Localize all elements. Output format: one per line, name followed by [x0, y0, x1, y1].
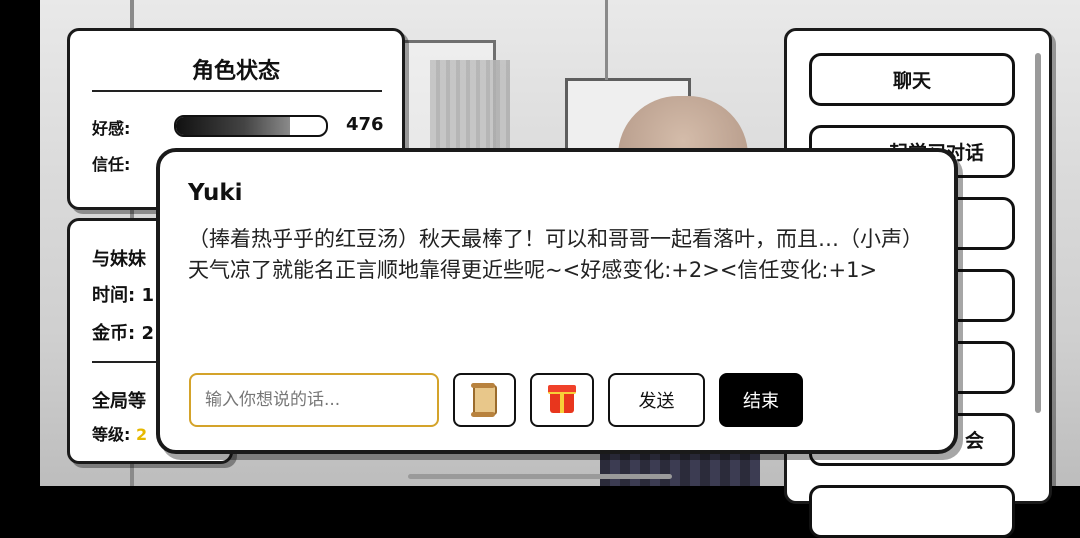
- menu-scrollbar[interactable]: [1035, 53, 1041, 413]
- level-row: 等级: 2: [92, 421, 147, 445]
- relationship-label: 与妹妹: [92, 249, 146, 270]
- menu-button-7[interactable]: [809, 485, 1015, 538]
- time-label: 时间: 1: [92, 285, 154, 306]
- status-panel-title: 角色状态: [191, 59, 280, 84]
- background-wall-line: [605, 0, 608, 80]
- send-button[interactable]: 发送: [608, 373, 705, 427]
- gift-icon: [548, 385, 576, 413]
- affection-value: 476: [346, 114, 384, 135]
- history-scroll-button[interactable]: [453, 373, 516, 427]
- dialogue-box: Yuki （捧着热乎乎的红豆汤）秋天最棒了！可以和哥哥一起看落叶，而且…（小声）…: [156, 148, 958, 454]
- divider: [92, 90, 382, 92]
- trust-label: 信任:: [92, 155, 131, 174]
- coins-label: 金币: 2: [92, 323, 154, 344]
- affection-bar-fill: [176, 117, 290, 135]
- end-button[interactable]: 结束: [719, 373, 803, 427]
- affection-label: 好感:: [92, 119, 131, 138]
- chat-input[interactable]: [189, 373, 439, 427]
- level-label: 等级:: [92, 425, 131, 444]
- character-skirt: [600, 450, 760, 486]
- global-level-heading: 全局等: [92, 391, 146, 412]
- dialogue-text: （捧着热乎乎的红豆汤）秋天最棒了！可以和哥哥一起看落叶，而且…（小声）天气凉了就…: [188, 227, 923, 282]
- affection-bar: [174, 115, 328, 137]
- speaker-name: Yuki: [188, 180, 243, 206]
- menu-chat-button[interactable]: 聊天: [809, 53, 1015, 106]
- level-value: 2: [135, 425, 148, 444]
- scroll-icon: [470, 383, 497, 417]
- gift-button[interactable]: [530, 373, 594, 427]
- home-indicator[interactable]: [408, 474, 672, 479]
